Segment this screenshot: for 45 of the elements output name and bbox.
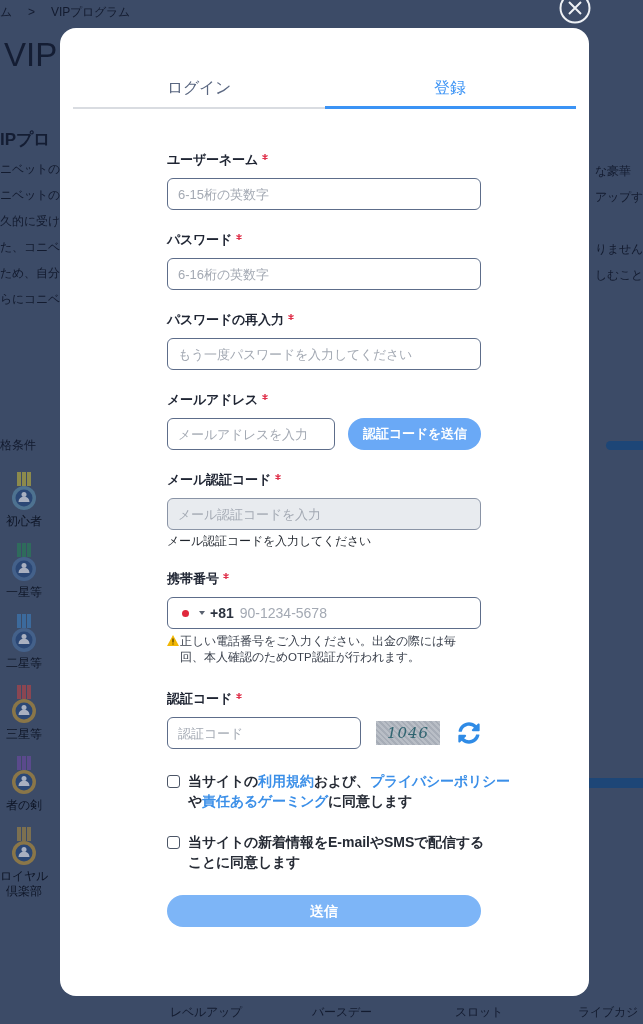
checkbox[interactable] <box>167 774 180 788</box>
medal-icon <box>9 756 39 796</box>
flag-icon <box>182 609 189 617</box>
breadcrumb-item: > <box>28 4 35 21</box>
checkbox[interactable] <box>167 835 180 849</box>
rank-label: 者の剣 <box>6 798 42 813</box>
field-label: メール認証コード <box>167 471 271 490</box>
phone-field[interactable]: +81 90-1234-5678 <box>167 597 481 629</box>
close-icon[interactable] <box>559 0 591 24</box>
caret-icon <box>199 611 205 615</box>
input-field[interactable]: メールアドレスを入力 <box>167 418 335 450</box>
field-hint: メール認証コードを入力してください <box>167 534 371 549</box>
level-bar <box>606 440 643 450</box>
policy-link[interactable]: 責任あるゲーミング <box>202 793 328 809</box>
tab[interactable]: 登録 <box>324 74 576 109</box>
phone-warning-text: 正しい電話番号をご入力ください。出金の際には毎回、本人確認のためOTP認証が行われます。 <box>180 634 457 665</box>
medal-icon <box>9 472 39 512</box>
warning-icon <box>167 635 179 646</box>
medal-icon <box>9 827 39 867</box>
input-field[interactable]: 6-16桁の英数字 <box>167 258 481 290</box>
rank-label: 三星等 <box>6 727 42 742</box>
rank-label: 初心者 <box>6 514 42 529</box>
banner-strip <box>589 778 643 788</box>
medal-icon <box>9 543 39 583</box>
country-code-select[interactable]: +81 <box>182 602 234 624</box>
field-label: パスワードの再入力 <box>167 311 284 330</box>
send-code-button[interactable]: 認証コードを送信 <box>348 418 481 450</box>
refresh-icon[interactable] <box>458 722 480 744</box>
medal-icon <box>9 614 39 654</box>
policy-link[interactable]: プライバシーポリシー <box>370 773 510 789</box>
tab[interactable]: ログイン <box>73 74 325 109</box>
policy-link[interactable]: 利用規約 <box>258 773 314 789</box>
field-label: メールアドレス <box>167 391 258 410</box>
consent-text: 当サイトの利用規約および、プライバシーポリシー や責任あるゲーミングに同意します <box>188 772 511 811</box>
medal-icon <box>9 685 39 725</box>
submit-button[interactable]: 送信 <box>167 895 481 927</box>
input-field[interactable]: 認証コード <box>167 717 361 749</box>
field-label: 携帯番号 <box>167 570 219 589</box>
field-label: 認証コード <box>167 690 232 709</box>
phone-number-input[interactable]: 90-1234-5678 <box>239 602 466 624</box>
captcha-text: 1046 <box>386 722 430 744</box>
field-label: パスワード <box>167 231 232 250</box>
input-field[interactable]: 6-15桁の英数字 <box>167 178 481 210</box>
consent-text: 当サイトの新着情報をE-mailやSMSで配信することに同意します <box>188 833 486 872</box>
field-label: ユーザーネーム <box>167 151 258 170</box>
